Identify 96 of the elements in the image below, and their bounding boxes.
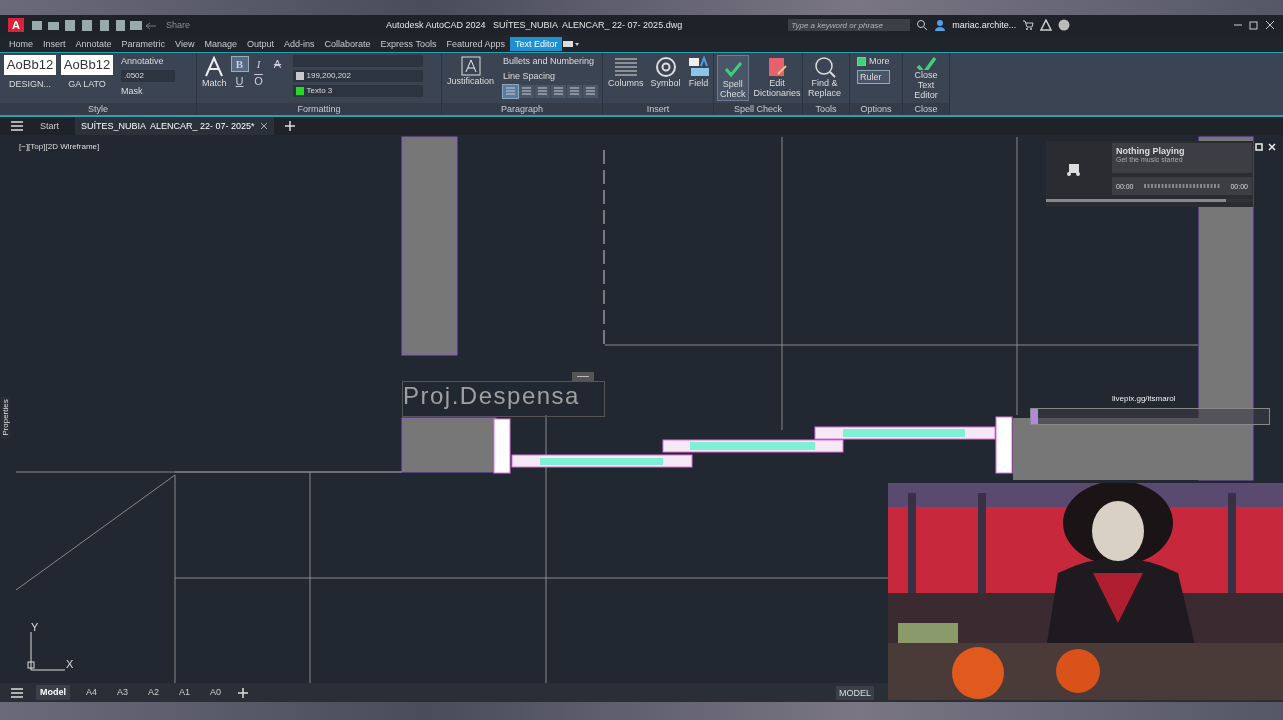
format-button[interactable]: U bbox=[231, 74, 248, 88]
panel-title: Insert bbox=[603, 103, 713, 115]
track-title: Nothing Playing bbox=[1116, 146, 1186, 156]
layout-tab[interactable]: A1 bbox=[175, 685, 195, 700]
ribbon-tab[interactable]: Annotate bbox=[70, 36, 117, 51]
find-replace-button[interactable]: Find & Replace bbox=[806, 55, 844, 101]
help-icon[interactable] bbox=[1058, 19, 1071, 31]
text-style-sample[interactable]: AoBb12 DESIGN... bbox=[3, 55, 57, 101]
music-note-icon bbox=[1066, 163, 1082, 177]
add-tab-icon[interactable] bbox=[283, 120, 296, 132]
maximize-icon[interactable] bbox=[1249, 20, 1259, 30]
menu-icon[interactable] bbox=[10, 120, 24, 132]
text-height-dropdown[interactable]: .0502 bbox=[121, 70, 175, 82]
dictionary-button[interactable]: Edit Dictionaries bbox=[751, 55, 802, 101]
magnifier-icon bbox=[813, 56, 836, 78]
at-sign-icon bbox=[654, 56, 677, 78]
close-icon[interactable] bbox=[1265, 20, 1275, 30]
ribbon-tab[interactable]: Featured Apps bbox=[441, 36, 510, 51]
layout-tab[interactable]: Model bbox=[36, 685, 70, 700]
text-label[interactable]: Proj.Despensa bbox=[403, 382, 580, 410]
share-button[interactable]: Share bbox=[165, 20, 190, 30]
ribbon-tab[interactable]: View bbox=[170, 36, 200, 51]
book-icon bbox=[766, 56, 789, 78]
match-button[interactable]: Match bbox=[200, 55, 229, 101]
search-icon[interactable] bbox=[916, 19, 929, 31]
ucs-icon bbox=[27, 631, 66, 671]
user-name[interactable]: mariac.archite... bbox=[952, 20, 1017, 30]
axis-label: Y bbox=[31, 621, 39, 633]
layout-tab[interactable]: A0 bbox=[206, 685, 226, 700]
panel-title: Close bbox=[903, 103, 949, 115]
ribbon-tab[interactable]: Add-ins bbox=[279, 36, 320, 51]
align-icon[interactable] bbox=[535, 85, 551, 98]
ribbon-tab[interactable]: Text Editor bbox=[509, 36, 563, 51]
layout-tab[interactable]: A2 bbox=[144, 685, 164, 700]
panel-title: Options bbox=[850, 103, 902, 115]
file-tab[interactable]: SUÍTES_NUBIA ALENCAR_ 22- 07- 2025* bbox=[75, 117, 274, 135]
layout-tab[interactable]: A4 bbox=[82, 685, 101, 700]
seek-bar[interactable] bbox=[1144, 183, 1220, 189]
close-icon[interactable] bbox=[259, 122, 268, 130]
ribbon-tab[interactable]: Insert bbox=[38, 36, 71, 51]
annotative-button[interactable]: Annotative bbox=[121, 55, 175, 67]
columns-button[interactable]: Columns bbox=[606, 55, 646, 101]
format-button[interactable]: I bbox=[250, 57, 267, 71]
viewport-label[interactable]: [−][Top][2D Wireframe] bbox=[19, 142, 100, 151]
ruler-button[interactable]: Ruler bbox=[857, 70, 890, 84]
format-button[interactable]: A bbox=[269, 57, 286, 71]
triangle-icon[interactable] bbox=[1040, 19, 1053, 31]
spell-button[interactable]: Spell Check bbox=[717, 55, 749, 101]
cart-icon[interactable] bbox=[1022, 19, 1035, 31]
ribbon-tab[interactable]: Parametric bbox=[116, 36, 171, 51]
align-icon[interactable] bbox=[583, 85, 599, 98]
panel-title: Formatting bbox=[197, 103, 441, 115]
ribbon-tab[interactable]: Output bbox=[241, 36, 279, 51]
ribbon-tab[interactable]: Home bbox=[4, 36, 38, 51]
resize-grip-icon[interactable] bbox=[572, 372, 594, 381]
user-icon[interactable] bbox=[934, 19, 947, 31]
file-tab[interactable]: Start bbox=[34, 117, 65, 135]
more-button[interactable]: More bbox=[857, 55, 890, 67]
panel-title: Paragraph bbox=[442, 103, 602, 115]
line-spacing-button[interactable]: Line Spacing bbox=[503, 70, 599, 82]
workspace-icon[interactable] bbox=[562, 38, 581, 49]
check-mark-icon bbox=[915, 56, 937, 70]
popout-icon[interactable] bbox=[1255, 143, 1263, 151]
text-editor-frame[interactable] bbox=[402, 381, 605, 417]
format-button[interactable]: O bbox=[250, 74, 267, 88]
app-logo[interactable]: A bbox=[8, 18, 24, 32]
close-editor-button[interactable]: Close Text Editor bbox=[906, 55, 946, 101]
text-style-sample[interactable]: AoBb12 GA LATO bbox=[60, 55, 114, 101]
panel-title: Tools bbox=[803, 103, 849, 115]
layout-tab[interactable]: A3 bbox=[113, 685, 133, 700]
ribbon-tab[interactable]: Collaborate bbox=[319, 36, 376, 51]
properties-palette-tab[interactable]: Properties bbox=[0, 396, 10, 439]
align-icon[interactable] bbox=[567, 85, 583, 98]
color-dropdown[interactable]: 199,200,202 bbox=[292, 70, 423, 82]
symbol-button[interactable]: Symbol bbox=[648, 55, 683, 101]
add-tab-icon[interactable] bbox=[237, 686, 250, 699]
justification-button[interactable]: Justification bbox=[445, 55, 497, 101]
field-icon bbox=[687, 56, 710, 78]
layer-dropdown[interactable]: Texto 3 bbox=[292, 85, 423, 97]
panel-title: Spell Check bbox=[714, 103, 802, 115]
ribbon-tab[interactable]: Manage bbox=[199, 36, 242, 51]
align-icon[interactable] bbox=[519, 85, 535, 98]
axis-label: X bbox=[66, 658, 74, 670]
search-field[interactable]: Type a keyword or phrase bbox=[788, 19, 911, 31]
panel-title: Style bbox=[0, 103, 196, 115]
justification-icon bbox=[460, 56, 481, 76]
window-title: Autodesk AutoCAD 2024 SUÍTES_NUBIA ALENCAR_ 22- 07- 2025.dwg bbox=[386, 20, 683, 30]
ribbon-tab[interactable]: Express Tools bbox=[375, 36, 442, 51]
model-space-button[interactable]: MODEL bbox=[836, 685, 874, 700]
align-icon[interactable] bbox=[551, 85, 567, 98]
columns-icon bbox=[613, 56, 638, 78]
donation-link: livepix.gg/itsmarol bbox=[1112, 394, 1176, 403]
bullets-button[interactable]: Bullets and Numbering bbox=[503, 55, 599, 67]
mask-button[interactable]: Mask bbox=[121, 85, 175, 97]
menu-icon[interactable] bbox=[10, 686, 24, 699]
field-button[interactable]: Field bbox=[685, 55, 712, 101]
